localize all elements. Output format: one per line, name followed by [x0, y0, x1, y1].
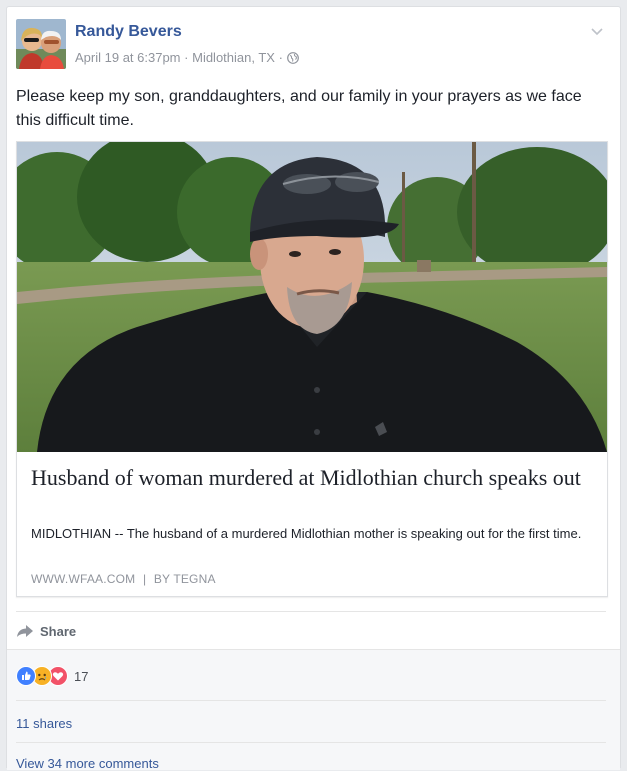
link-preview-card[interactable]: Husband of woman murdered at Midlothian …	[16, 141, 608, 597]
link-source: WWW.WFAA.COM | BY TEGNA	[31, 572, 216, 586]
link-byline: BY TEGNA	[153, 572, 216, 586]
post-meta: April 19 at 6:37pm · Midlothian, TX ·	[75, 50, 299, 67]
like-icon	[16, 666, 36, 686]
share-button[interactable]: Share	[16, 619, 76, 643]
view-more-comments-link[interactable]: View 34 more comments	[16, 756, 159, 771]
reaction-count: 17	[74, 668, 89, 684]
post-timestamp[interactable]: April 19 at 6:37pm	[75, 50, 181, 65]
shares-link[interactable]: 11 shares	[16, 716, 72, 731]
globe-icon[interactable]	[286, 52, 299, 67]
meta-separator-2: ·	[278, 50, 283, 65]
post-footer: 17 11 shares View 34 more comments	[7, 649, 620, 771]
post-text: Please keep my son, granddaughters, and …	[16, 88, 582, 129]
facebook-post-card: Randy Bevers April 19 at 6:37pm · Midlot…	[6, 6, 621, 771]
link-title[interactable]: Husband of woman murdered at Midlothian …	[31, 464, 596, 491]
author-avatar[interactable]	[16, 19, 66, 69]
link-preview-image[interactable]	[17, 142, 607, 452]
meta-separator: ·	[184, 50, 189, 65]
post-location[interactable]: Midlothian, TX	[192, 50, 275, 65]
footer-divider-1	[16, 700, 606, 701]
share-label: Share	[40, 623, 77, 639]
chevron-down-icon[interactable]	[588, 23, 606, 41]
link-description: MIDLOTHIAN -- The husband of a murdered …	[31, 526, 582, 541]
post-header: Randy Bevers April 19 at 6:37pm · Midlot…	[16, 19, 606, 71]
author-name[interactable]: Randy Bevers	[75, 23, 182, 41]
link-domain: WWW.WFAA.COM	[31, 572, 136, 586]
actions-divider	[16, 611, 606, 612]
source-divider: |	[142, 572, 147, 586]
share-arrow-icon	[17, 625, 33, 637]
reaction-summary[interactable]: 17	[16, 666, 88, 686]
footer-divider-2	[16, 742, 606, 743]
